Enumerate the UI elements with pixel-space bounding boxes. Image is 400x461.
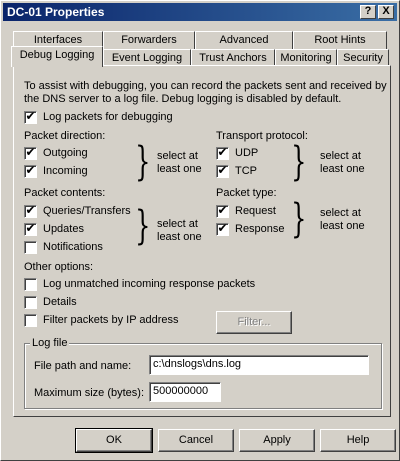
details-checkbox[interactable] bbox=[24, 296, 37, 309]
description-line-2: the DNS server to a log file. Debug logg… bbox=[24, 93, 342, 105]
tab-debug-logging[interactable]: Debug Logging bbox=[11, 46, 103, 67]
cancel-button[interactable]: Cancel bbox=[158, 429, 234, 452]
tab-forwarders[interactable]: Forwarders bbox=[103, 31, 195, 49]
brace-transport-icon: } bbox=[291, 139, 307, 185]
check-icon: ✔ bbox=[25, 109, 36, 123]
filter-ip-label: Filter packets by IP address bbox=[43, 314, 179, 326]
title-bar: DC-01 Properties ? X bbox=[3, 3, 397, 21]
tab-advanced[interactable]: Advanced bbox=[195, 31, 293, 49]
tab-root-hints[interactable]: Root Hints bbox=[293, 31, 387, 49]
packet-direction-heading: Packet direction: bbox=[24, 130, 106, 142]
other-options-heading: Other options: bbox=[24, 261, 94, 273]
udp-label: UDP bbox=[235, 147, 259, 159]
check-icon: ✔ bbox=[25, 145, 36, 159]
brace-type-icon: } bbox=[291, 196, 307, 242]
tcp-label: TCP bbox=[235, 165, 257, 177]
check-icon: ✔ bbox=[217, 145, 228, 159]
packet-contents-heading: Packet contents: bbox=[24, 187, 106, 199]
contents-hint-2: least one bbox=[157, 231, 202, 243]
filter-button[interactable]: Filter... bbox=[216, 311, 292, 334]
check-icon: ✔ bbox=[217, 163, 228, 177]
direction-hint-1: select at bbox=[157, 150, 198, 162]
updates-checkbox[interactable]: ✔ bbox=[24, 221, 37, 236]
description-line-1: To assist with debugging, you can record… bbox=[24, 80, 387, 92]
request-label: Request bbox=[235, 205, 276, 217]
check-icon: ✔ bbox=[217, 203, 228, 217]
brace-direction-icon: } bbox=[135, 139, 151, 185]
check-icon: ✔ bbox=[217, 221, 228, 235]
check-icon: ✔ bbox=[25, 203, 36, 217]
filter-ip-checkbox[interactable] bbox=[24, 314, 37, 327]
max-size-label: Maximum size (bytes): bbox=[34, 387, 145, 399]
apply-button[interactable]: Apply bbox=[239, 429, 315, 452]
log-packets-label: Log packets for debugging bbox=[43, 111, 173, 123]
udp-checkbox[interactable]: ✔ bbox=[216, 145, 229, 160]
queries-label: Queries/Transfers bbox=[43, 205, 131, 217]
notifications-checkbox[interactable] bbox=[24, 241, 37, 254]
direction-hint-2: least one bbox=[157, 163, 202, 175]
request-checkbox[interactable]: ✔ bbox=[216, 203, 229, 218]
outgoing-checkbox[interactable]: ✔ bbox=[24, 145, 37, 160]
brace-contents-icon: } bbox=[135, 203, 151, 249]
details-label: Details bbox=[43, 296, 77, 308]
properties-window: DC-01 Properties ? X Interfaces Forwarde… bbox=[0, 0, 400, 461]
response-checkbox[interactable]: ✔ bbox=[216, 221, 229, 236]
window-title: DC-01 Properties bbox=[7, 5, 105, 19]
check-icon: ✔ bbox=[25, 221, 36, 235]
updates-label: Updates bbox=[43, 223, 84, 235]
type-hint-2: least one bbox=[320, 220, 365, 232]
help-button[interactable]: Help bbox=[320, 429, 396, 452]
incoming-checkbox[interactable]: ✔ bbox=[24, 163, 37, 178]
debug-logging-panel: To assist with debugging, you can record… bbox=[13, 65, 391, 417]
transport-hint-2: least one bbox=[320, 163, 365, 175]
log-unmatched-checkbox[interactable] bbox=[24, 278, 37, 291]
help-title-button[interactable]: ? bbox=[360, 5, 376, 19]
packet-type-heading: Packet type: bbox=[216, 187, 277, 199]
close-icon[interactable]: X bbox=[378, 5, 394, 19]
outgoing-label: Outgoing bbox=[43, 147, 88, 159]
contents-hint-1: select at bbox=[157, 218, 198, 230]
log-file-legend: Log file bbox=[30, 337, 70, 349]
log-packets-checkbox[interactable]: ✔ bbox=[24, 109, 37, 124]
notifications-label: Notifications bbox=[43, 241, 103, 253]
file-path-label: File path and name: bbox=[34, 360, 132, 372]
ok-button[interactable]: OK bbox=[75, 428, 153, 453]
tcp-checkbox[interactable]: ✔ bbox=[216, 163, 229, 178]
response-label: Response bbox=[235, 223, 285, 235]
max-size-input[interactable]: 500000000 bbox=[149, 382, 221, 402]
queries-checkbox[interactable]: ✔ bbox=[24, 203, 37, 218]
incoming-label: Incoming bbox=[43, 165, 88, 177]
check-icon: ✔ bbox=[25, 163, 36, 177]
log-unmatched-label: Log unmatched incoming response packets bbox=[43, 278, 256, 290]
type-hint-1: select at bbox=[320, 207, 361, 219]
transport-hint-1: select at bbox=[320, 150, 361, 162]
file-path-input[interactable]: c:\dnslogs\dns.log bbox=[149, 355, 369, 375]
